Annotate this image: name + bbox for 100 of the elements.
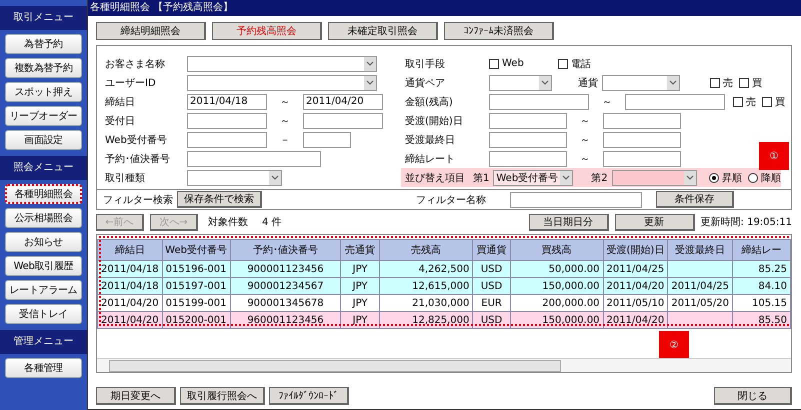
input-field[interactable] [489, 94, 589, 110]
checkbox-option[interactable]: 売 [733, 94, 756, 108]
menu-section-title: 管理メニュー [0, 330, 87, 354]
close-button[interactable]: 閉じる [714, 387, 792, 405]
range-separator: ～ [579, 134, 591, 146]
menu-button[interactable]: リーブオーダー [5, 106, 82, 126]
column-header: 買残高 [510, 240, 604, 260]
column-header: 買通貨 [472, 240, 510, 260]
menu-section-title: 照会メニュー [0, 156, 87, 180]
field-label: 受付日 [105, 114, 136, 128]
tab[interactable]: 予約残高照会 [212, 22, 322, 40]
table-cell: 12,825,000 [379, 312, 473, 328]
field-label: Web受付番号 [105, 134, 168, 146]
menu-button[interactable]: レートアラーム [5, 280, 82, 300]
table-cell: 2011/04/20 [98, 312, 162, 328]
column-header: 売通貨 [340, 240, 380, 260]
dropdown-field[interactable] [187, 170, 282, 186]
field-label: 受渡最終日 [405, 134, 456, 146]
range-separator: ～ [279, 96, 291, 108]
menu-button[interactable]: 公示相場照会 [5, 208, 82, 228]
dropdown-field[interactable]: Web受付番号 [493, 170, 574, 186]
filter-name-field[interactable] [510, 192, 642, 208]
menu-button[interactable]: 受信トレイ [5, 304, 82, 324]
range-separator: ～ [579, 114, 591, 128]
radio-option[interactable]: 降順 [748, 170, 781, 184]
footer-button[interactable]: 取引履行照会へ [180, 387, 265, 405]
column-header: Web受付番号 [162, 240, 230, 260]
range-separator: ～ [279, 114, 291, 128]
table-cell: USD [472, 312, 510, 328]
dropdown-field[interactable] [187, 56, 377, 72]
today-button[interactable]: 当日期日分 [528, 214, 609, 230]
checkbox-option[interactable]: 電話 [558, 56, 591, 70]
input-field[interactable] [603, 112, 681, 128]
dropdown-field[interactable] [489, 74, 552, 90]
field-label: 取引種類 [105, 172, 146, 184]
count-value: 4 件 [262, 216, 282, 229]
column-header: 売残高 [379, 240, 473, 260]
input-field[interactable] [187, 150, 321, 166]
input-field[interactable] [489, 112, 567, 128]
menu-button[interactable]: 画面設定 [5, 130, 82, 150]
save-button[interactable]: 条件保存 [656, 191, 734, 208]
input-field[interactable] [187, 112, 267, 128]
menu-button[interactable]: スポット押え [5, 82, 82, 102]
input-field[interactable] [303, 112, 383, 128]
checkbox-option[interactable]: 買 [739, 76, 762, 90]
field-label: お客さま名称 [105, 58, 166, 70]
field-label: 締結日 [105, 96, 136, 108]
checkbox-option[interactable]: Web [489, 56, 524, 70]
horizontal-scrollbar[interactable] [97, 358, 791, 372]
input-field[interactable] [489, 132, 567, 148]
search-saved-button[interactable]: 保存条件で検索 [177, 191, 262, 208]
input-field[interactable] [303, 132, 351, 148]
menu-button[interactable]: 各種明細照会 [5, 184, 82, 204]
callout-badge: ① [759, 142, 789, 170]
checkbox-option[interactable]: 買 [762, 94, 785, 108]
table-cell: 150,000.00 [510, 312, 604, 328]
input-field[interactable]: 2011/04/18 [187, 94, 267, 110]
radio-option[interactable]: 昇順 [709, 170, 742, 184]
menu-button[interactable]: 為替予約 [5, 34, 82, 54]
range-separator: ～ [579, 152, 591, 166]
input-field[interactable] [625, 94, 725, 110]
window-title: 各種明細照会 【予約残高照会】 [88, 0, 801, 16]
field-label: 予約･値決番号 [105, 152, 171, 166]
input-field[interactable] [603, 150, 681, 166]
tab[interactable]: ｺﾝﾌｧｰﾑ未済照会 [444, 22, 554, 40]
input-field[interactable] [489, 150, 567, 166]
checkbox-option[interactable]: 売 [710, 76, 733, 90]
refresh-button[interactable]: 更新 [614, 214, 695, 230]
menu-button[interactable]: Web取引履歴 [5, 256, 82, 276]
footer-button[interactable]: ﾌｧｲﾙﾀﾞｳﾝﾛｰﾄﾞ [269, 387, 349, 405]
footer-button[interactable]: 期日変更へ [96, 387, 176, 405]
field-label: ユーザーID [105, 76, 157, 90]
field-label: 通貨 [577, 76, 598, 90]
dropdown-field[interactable] [187, 74, 377, 90]
column-header: 予約･値決番号 [230, 240, 341, 260]
dropdown-field[interactable] [602, 74, 680, 90]
range-separator: ～ [601, 96, 613, 108]
callout-badge: ② [659, 331, 689, 359]
column-header: 受渡最終日 [668, 240, 733, 260]
field-label: 通貨ペア [405, 76, 446, 90]
count-label: 対象件数 [208, 216, 248, 229]
dropdown-field[interactable] [612, 170, 697, 186]
input-field[interactable] [187, 132, 267, 148]
menu-button[interactable]: 各種管理 [5, 358, 82, 378]
input-field[interactable]: 2011/04/20 [303, 94, 383, 110]
updated-time: 更新時間: 19:05:11 [700, 216, 792, 229]
table-cell: 85.50 [732, 312, 790, 328]
input-field[interactable] [603, 132, 681, 148]
menu-button[interactable]: 複数為替予約 [5, 58, 82, 78]
table-cell: 015200-001 [162, 312, 230, 328]
tab[interactable]: 締結明細照会 [96, 22, 206, 40]
field-label: 第1 [473, 172, 490, 184]
range-separator: － [279, 134, 291, 146]
field-label: フィルター名称 [416, 194, 486, 206]
field-label: 受渡(開始)日 [405, 114, 464, 128]
field-label: 取引手段 [405, 58, 446, 70]
table-cell [668, 312, 733, 328]
tab[interactable]: 未確定取引照会 [328, 22, 438, 40]
menu-button[interactable]: お知らせ [5, 232, 82, 252]
field-label: フィルター検索 [103, 194, 173, 206]
